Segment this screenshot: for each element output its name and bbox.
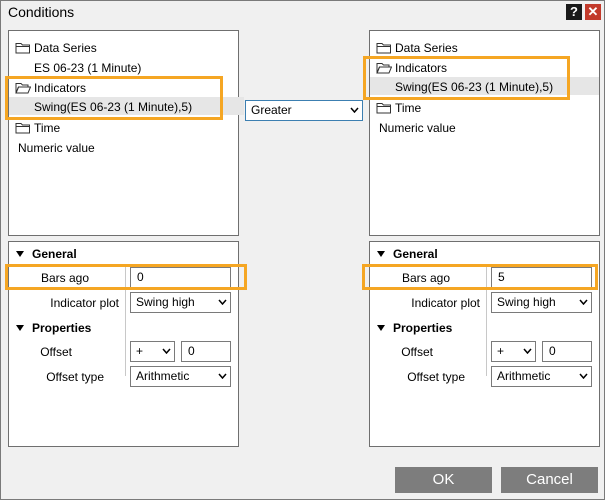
left-bars-ago-value: 0 [137, 270, 144, 284]
left-offset-type-label: Offset type [46, 370, 104, 384]
left-offset-value: 0 [188, 344, 195, 358]
right-tree-panel: Data Series Indicators Swing(ES 06-23 (1… [369, 30, 600, 236]
close-button[interactable]: ✕ [585, 4, 601, 20]
left-indicator-plot-select[interactable]: Swing high [130, 292, 231, 313]
conditions-dialog: Conditions ? ✕ Data Series ES 06-23 (1 M… [0, 0, 605, 500]
right-tree-data-series[interactable]: Data Series [395, 41, 458, 55]
right-tree-indicators[interactable]: Indicators [395, 61, 447, 75]
right-offset-type-label: Offset type [407, 370, 465, 384]
operator-select[interactable]: Greater [245, 100, 363, 121]
left-offset-type-select[interactable]: Arithmetic [130, 366, 231, 387]
right-offset-label: Offset [401, 345, 433, 359]
right-offset-input[interactable]: 0 [542, 341, 592, 362]
right-property-grid: General Bars ago 5 Indicator plot Swing … [369, 241, 600, 447]
right-offset-type-select[interactable]: Arithmetic [491, 366, 592, 387]
folder-open-icon [15, 83, 31, 94]
collapse-triangle-icon[interactable] [16, 325, 24, 331]
left-general-header[interactable]: General [32, 247, 77, 261]
chevron-down-icon [218, 373, 227, 379]
left-tree-panel: Data Series ES 06-23 (1 Minute) Indicato… [8, 30, 239, 236]
left-tree-time[interactable]: Time [34, 121, 60, 135]
right-offset-value: 0 [549, 344, 556, 358]
chevron-down-icon [350, 107, 359, 113]
operator-row-shade [238, 97, 244, 115]
chevron-down-icon [579, 299, 588, 305]
left-bars-ago-label: Bars ago [40, 271, 89, 285]
right-indicator-plot-select[interactable]: Swing high [491, 292, 592, 313]
right-general-header[interactable]: General [393, 247, 438, 261]
right-bars-ago-value: 5 [498, 270, 505, 284]
help-button[interactable]: ? [566, 4, 582, 20]
left-tree-indicators[interactable]: Indicators [34, 81, 86, 95]
cancel-button[interactable]: Cancel [501, 467, 598, 493]
left-indicator-plot-value: Swing high [136, 295, 195, 309]
window-title: Conditions [8, 4, 75, 20]
left-indicator-plot-label: Indicator plot [50, 296, 119, 310]
left-offset-input[interactable]: 0 [181, 341, 231, 362]
folder-icon [15, 43, 30, 54]
right-indicator-plot-value: Swing high [497, 295, 556, 309]
right-bars-ago-input[interactable]: 5 [491, 267, 592, 288]
left-offset-label: Offset [40, 345, 72, 359]
right-tree-numeric[interactable]: Numeric value [379, 121, 456, 135]
left-offset-op-select[interactable]: + [130, 341, 175, 362]
grid-divider [125, 264, 126, 376]
folder-icon [376, 103, 391, 114]
title-bar[interactable]: Conditions ? ✕ [1, 1, 604, 24]
left-tree-data-series[interactable]: Data Series [34, 41, 97, 55]
grid-divider [486, 264, 487, 376]
left-property-grid: General Bars ago 0 Indicator plot Swing … [8, 241, 239, 447]
left-properties-header[interactable]: Properties [32, 321, 91, 335]
right-bars-ago-label: Bars ago [401, 271, 450, 285]
collapse-triangle-icon[interactable] [16, 251, 24, 257]
folder-open-icon [376, 63, 392, 74]
left-offset-op-value: + [136, 344, 144, 358]
collapse-triangle-icon[interactable] [377, 325, 385, 331]
left-bars-ago-input[interactable]: 0 [130, 267, 231, 288]
right-indicator-plot-label: Indicator plot [411, 296, 480, 310]
chevron-down-icon [162, 348, 171, 354]
right-tree-indicator-swing[interactable]: Swing(ES 06-23 (1 Minute),5) [395, 80, 553, 94]
right-offset-op-select[interactable]: + [491, 341, 536, 362]
right-offset-type-value: Arithmetic [497, 369, 551, 383]
chevron-down-icon [523, 348, 532, 354]
left-tree-numeric[interactable]: Numeric value [18, 141, 95, 155]
left-offset-type-value: Arithmetic [136, 369, 190, 383]
right-tree-time[interactable]: Time [395, 101, 421, 115]
folder-icon [15, 123, 30, 134]
left-tree-data-series-value[interactable]: ES 06-23 (1 Minute) [34, 61, 141, 75]
chevron-down-icon [218, 299, 227, 305]
left-tree-indicator-swing[interactable]: Swing(ES 06-23 (1 Minute),5) [34, 100, 192, 114]
right-properties-header[interactable]: Properties [393, 321, 452, 335]
right-offset-op-value: + [497, 344, 505, 358]
folder-icon [376, 43, 391, 54]
operator-value: Greater [251, 103, 292, 117]
collapse-triangle-icon[interactable] [377, 251, 385, 257]
chevron-down-icon [579, 373, 588, 379]
ok-button[interactable]: OK [395, 467, 492, 493]
